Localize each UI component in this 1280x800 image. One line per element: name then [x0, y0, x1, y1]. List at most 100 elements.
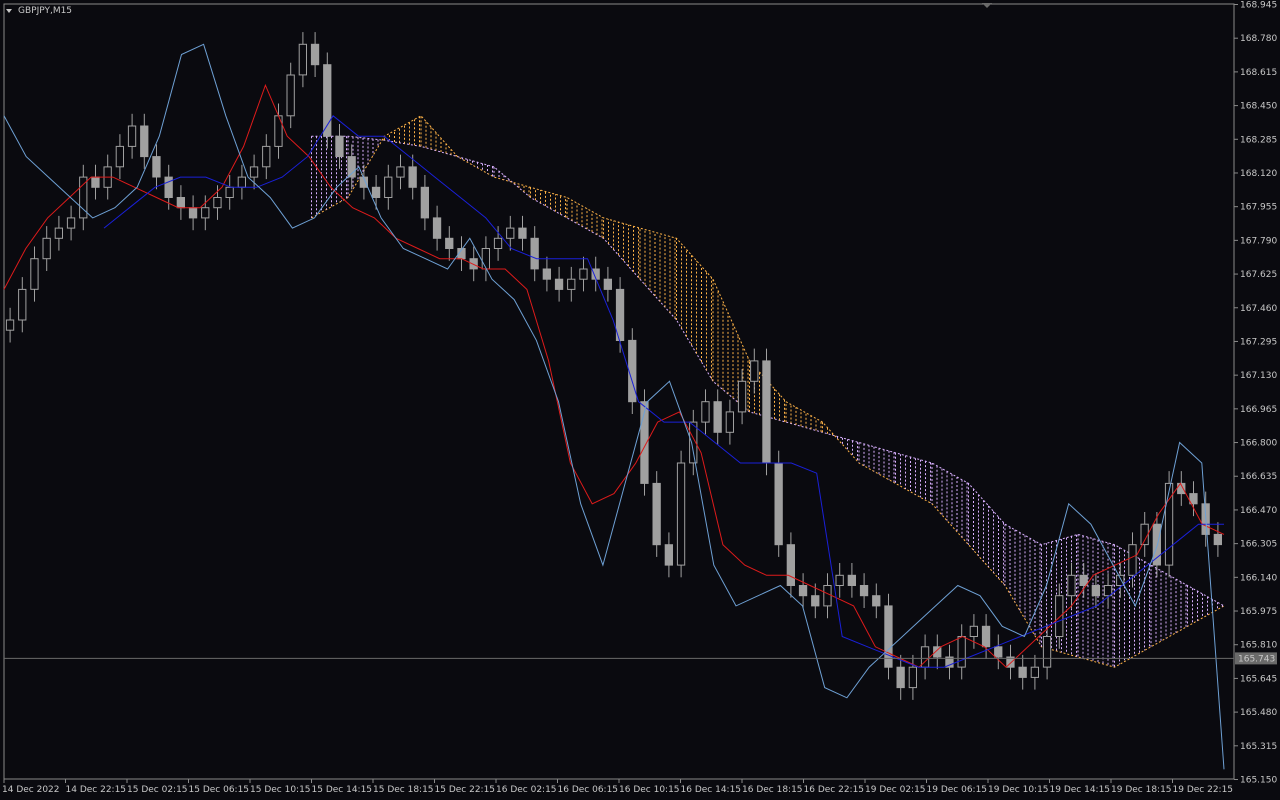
candle-body [530, 237, 539, 270]
y-tick-label: 165.315 [1240, 742, 1277, 752]
chart-shift-marker-icon[interactable] [982, 3, 992, 8]
y-tick-label: 168.615 [1240, 68, 1277, 78]
x-tick-label: 19 Dec 06:15 [927, 785, 988, 795]
candle-body [298, 43, 308, 76]
candle-body [652, 482, 661, 546]
candle-body [554, 278, 564, 290]
candle-body [396, 166, 405, 178]
candle-body [994, 646, 1003, 658]
y-tick-label: 167.130 [1240, 371, 1277, 381]
candle-body [1055, 595, 1064, 638]
x-tick-label: 15 Dec 14:15 [312, 785, 373, 795]
candle-body [1042, 636, 1052, 668]
candle-body [762, 360, 771, 464]
candle-body [286, 74, 295, 117]
y-tick-label: 166.800 [1240, 439, 1277, 449]
x-tick-label: 19 Dec 10:15 [988, 785, 1049, 795]
candle-body [493, 237, 503, 250]
candle-body [1140, 523, 1149, 546]
y-tick-label: 165.150 [1240, 776, 1277, 786]
x-tick-label: 16 Dec 14:15 [681, 785, 742, 795]
candle-body [664, 544, 674, 566]
candle-body [1067, 574, 1076, 597]
candle-body [30, 258, 39, 290]
candle-body [237, 176, 246, 188]
dropdown-triangle-icon[interactable] [6, 9, 12, 13]
y-tick-label: 166.305 [1240, 540, 1277, 550]
candle-body [969, 625, 979, 637]
x-tick-label: 19 Dec 22:15 [1173, 785, 1234, 795]
candle-body [42, 237, 51, 260]
candle-body [176, 197, 185, 209]
x-tick-label: 14 Dec 2022 [2, 785, 60, 795]
candle-body [713, 401, 722, 433]
indicator-line-1 [103, 115, 1224, 668]
current-price: 165.743 [4, 652, 1277, 665]
candle-body [725, 411, 735, 433]
candle-body [859, 585, 869, 597]
candle-body [432, 217, 442, 239]
candle-body [835, 574, 844, 586]
candle-body [140, 125, 149, 158]
y-tick-label: 167.625 [1240, 270, 1277, 280]
x-tick-label: 14 Dec 22:15 [66, 785, 127, 795]
candle-body [957, 636, 966, 668]
candle-body [872, 595, 881, 607]
x-tick-label: 16 Dec 06:15 [558, 785, 619, 795]
candle-body [335, 135, 344, 158]
y-tick-label: 168.450 [1240, 102, 1277, 112]
y-tick-label: 167.295 [1240, 337, 1277, 347]
x-tick-label: 15 Dec 06:15 [189, 785, 250, 795]
candle-body [18, 288, 27, 321]
price-chart[interactable]: 165.743 168.945168.780168.615168.450168.… [0, 0, 1280, 800]
y-tick-label: 166.965 [1240, 405, 1277, 415]
candle-body [1152, 523, 1161, 566]
candle-body [542, 268, 552, 280]
candle-body [201, 207, 210, 219]
x-tick-label: 16 Dec 10:15 [619, 785, 680, 795]
x-tick-label: 19 Dec 18:15 [1111, 785, 1172, 795]
symbol-header: GBPJPY,M15 [6, 3, 992, 16]
candle-body [737, 380, 747, 413]
candle-body [66, 217, 76, 229]
candle-body [1030, 666, 1039, 678]
indicator-lines [3, 43, 1225, 770]
candle-body [628, 339, 637, 403]
x-tick-label: 16 Dec 02:15 [496, 785, 557, 795]
y-tick-label: 167.790 [1240, 236, 1277, 246]
y-tick-label: 168.780 [1240, 34, 1277, 44]
x-tick-label: 16 Dec 18:15 [742, 785, 803, 795]
x-axis-ticks: 14 Dec 2022 14 Dec 22:15 15 Dec 02:15 15 De… [2, 779, 1233, 795]
y-tick-label: 165.975 [1240, 607, 1277, 617]
y-tick-label: 166.470 [1240, 506, 1277, 516]
candle-body [310, 43, 320, 66]
candle-body [408, 166, 417, 188]
indicator-line-2 [3, 43, 1225, 770]
y-axis-ticks: 168.945 168.780 168.615 168.450 168.285 168.1… [1234, 1, 1277, 786]
candlesticks [5, 32, 1222, 700]
candle-body [823, 585, 832, 607]
x-tick-label: 19 Dec 02:15 [865, 785, 926, 795]
x-tick-label: 15 Dec 02:15 [127, 785, 188, 795]
candle-body [225, 186, 234, 199]
candle-body [5, 319, 15, 331]
indicator-line-0 [3, 83, 1225, 668]
candle-body [1213, 533, 1222, 546]
candle-body [676, 462, 686, 566]
y-tick-label: 167.955 [1240, 203, 1277, 213]
y-tick-label: 168.285 [1240, 135, 1277, 145]
candle-body [1128, 544, 1137, 576]
candle-body [798, 585, 808, 597]
candle-body [249, 166, 259, 178]
candle-body [384, 176, 393, 199]
candle-body [774, 462, 783, 546]
candle-body [445, 237, 454, 250]
candle-body [274, 115, 283, 147]
x-tick-label: 19 Dec 14:15 [1050, 785, 1111, 795]
candle-body [1079, 574, 1088, 586]
candle-body [518, 227, 527, 239]
candle-body [750, 360, 759, 382]
candle-body [262, 145, 271, 168]
chart-window[interactable]: 165.743 168.945 168.780 168.615 168.450 168.… [0, 0, 1280, 800]
y-tick-label: 168.120 [1240, 169, 1277, 179]
